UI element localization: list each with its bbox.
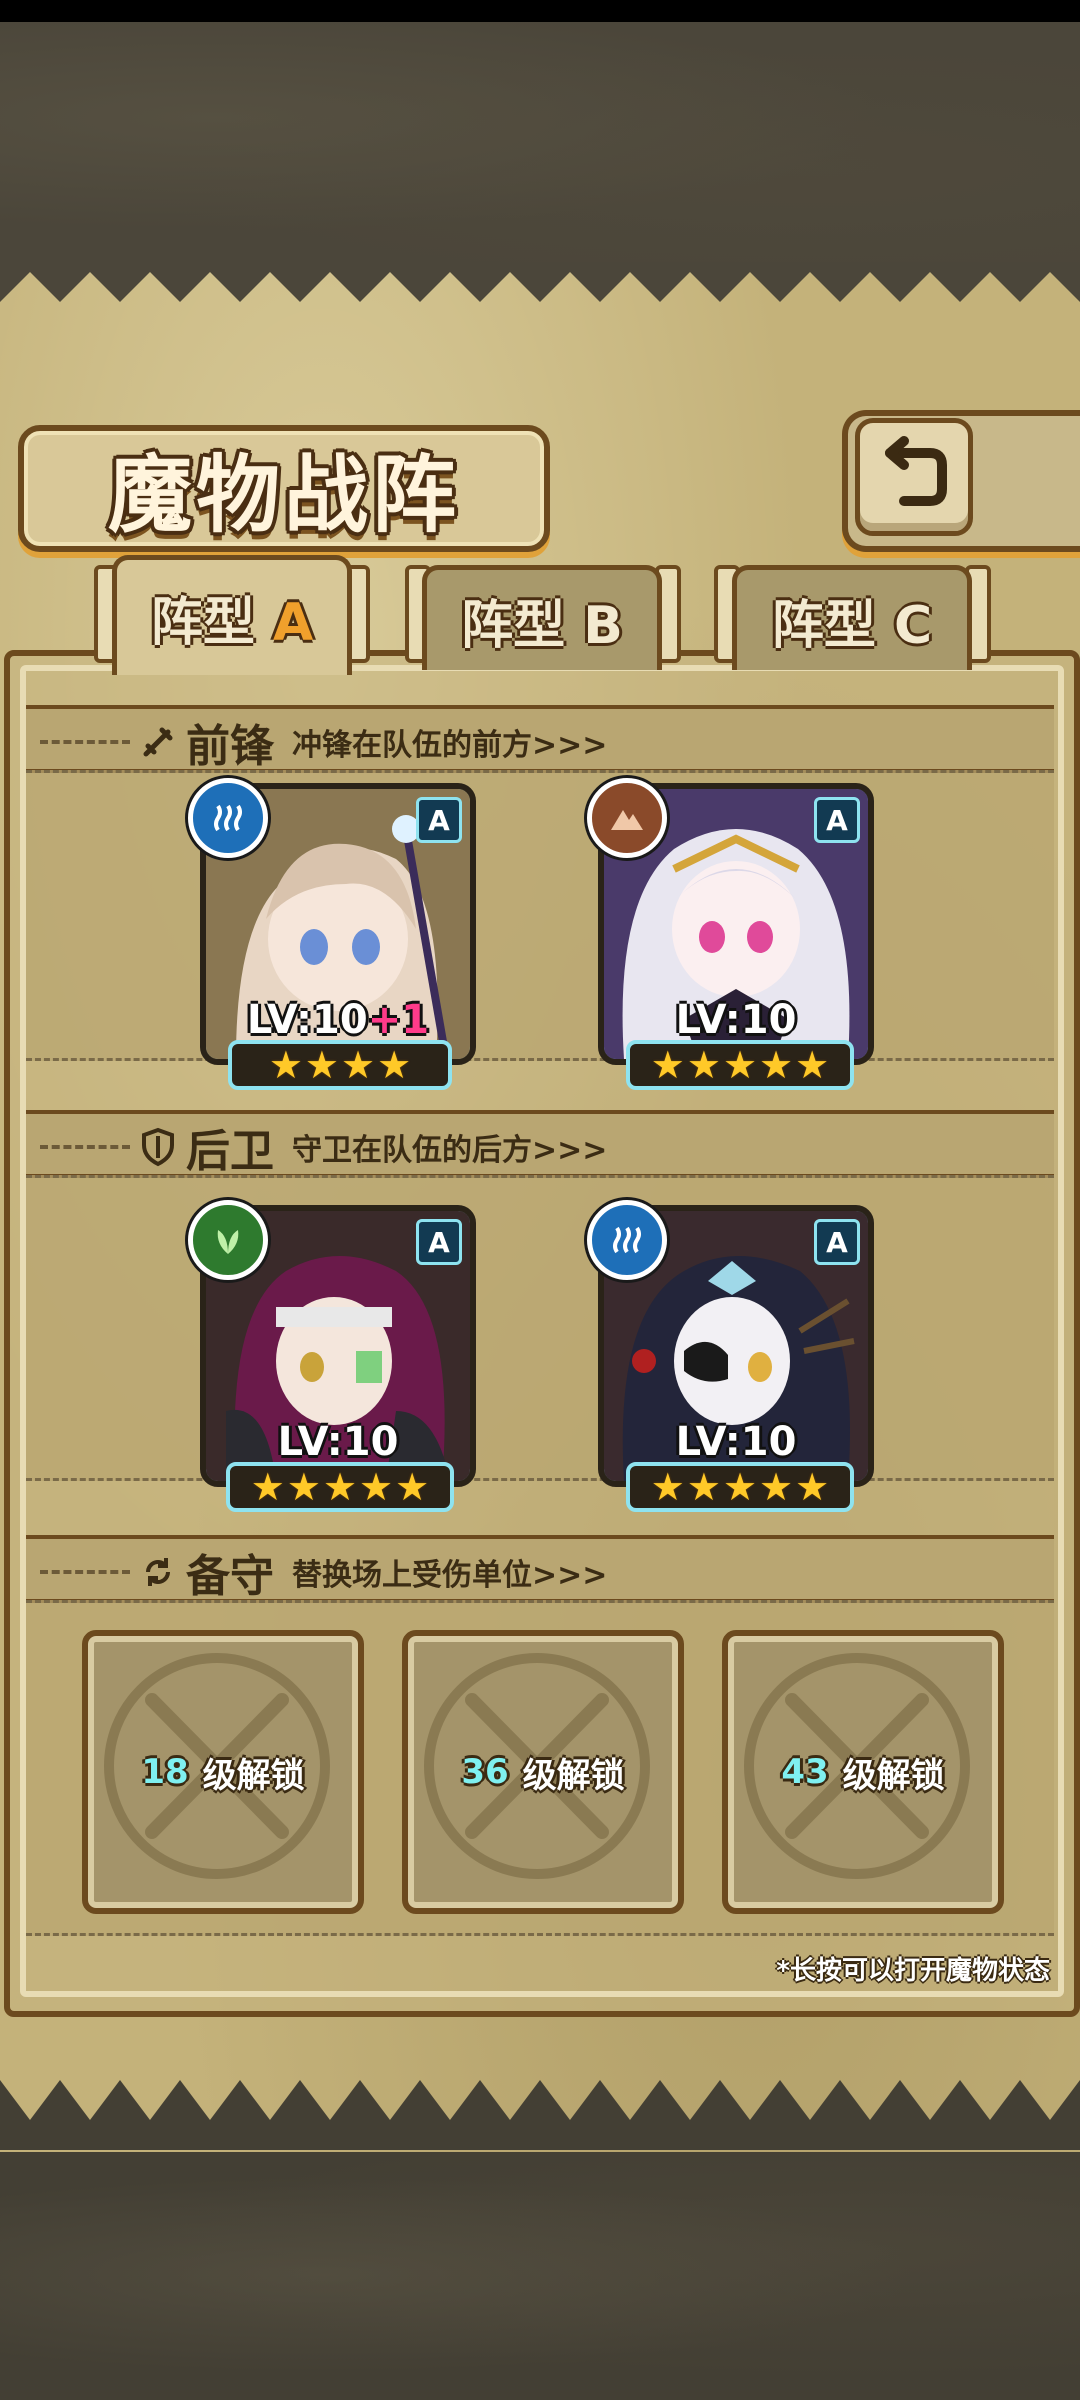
unlock-label: 18 级解锁: [88, 1636, 358, 1908]
tab-label: 阵型: [771, 595, 876, 656]
section-description: 替换场上受伤单位>>>: [292, 1558, 608, 1593]
section-title: 后卫: [186, 1126, 274, 1177]
earth-icon: [587, 778, 667, 858]
unlock-level: 43: [781, 1752, 829, 1792]
star-rating: ★ ★ ★ ★: [228, 1040, 452, 1090]
star-icon: ★: [377, 1043, 412, 1087]
reserve-slot-2[interactable]: 36 级解锁: [402, 1630, 684, 1914]
star-icon: ★: [795, 1043, 830, 1087]
star-icon: ★: [795, 1465, 830, 1509]
water-icon: [587, 1200, 667, 1280]
divider: [40, 740, 130, 744]
unlock-level: 18: [141, 1752, 189, 1792]
unit-level: LV:10: [604, 997, 868, 1043]
tab-letter: A: [272, 593, 314, 653]
tab-formation-c[interactable]: 阵型 C: [732, 565, 972, 670]
star-icon: ★: [286, 1465, 321, 1509]
shield-icon: [142, 1127, 174, 1167]
tab-formation-a[interactable]: 阵型 A: [112, 555, 352, 675]
star-icon: ★: [304, 1043, 339, 1087]
level-bonus: +1: [367, 997, 430, 1043]
tab-label: 阵型: [150, 593, 255, 653]
back-section-header: 后卫 守卫在队伍的后方>>>: [140, 1115, 607, 1179]
star-icon: ★: [759, 1043, 794, 1087]
grade-badge: A: [814, 1219, 860, 1265]
page-title: 魔物战阵: [107, 445, 460, 544]
grade-badge: A: [416, 1219, 462, 1265]
unlock-text: 级解锁: [202, 1755, 305, 1796]
star-icon: ★: [650, 1465, 685, 1509]
star-icon: ★: [359, 1465, 394, 1509]
unlock-text: 级解锁: [522, 1755, 625, 1796]
sword-icon: [143, 727, 173, 757]
level-value: LV:10: [675, 997, 797, 1043]
star-icon: ★: [650, 1043, 685, 1087]
star-icon: ★: [268, 1043, 303, 1087]
front-row-band: [26, 770, 1054, 1061]
torn-edge-bottom: [0, 2080, 1080, 2150]
level-value: LV:10: [277, 1419, 399, 1465]
back-arrow-icon: [885, 436, 947, 506]
section-description: 守卫在队伍的后方>>>: [292, 1133, 608, 1168]
title-plate: 魔物战阵: [18, 425, 550, 552]
star-rating: ★ ★ ★ ★ ★: [626, 1040, 854, 1090]
water-icon: [188, 778, 268, 858]
star-rating: ★ ★ ★ ★ ★: [626, 1462, 854, 1512]
star-rating: ★ ★ ★ ★ ★: [226, 1462, 454, 1512]
tab-letter: B: [583, 595, 623, 656]
front-section-header: 前锋 冲锋在队伍的前方>>>: [140, 710, 607, 774]
unlock-label: 43 级解锁: [728, 1636, 998, 1908]
tab-letter: C: [893, 595, 933, 656]
back-row-band: [26, 1175, 1054, 1481]
unlock-label: 36 级解锁: [408, 1636, 678, 1908]
long-press-hint: *长按可以打开魔物状态: [776, 1956, 1050, 1986]
star-icon: ★: [322, 1465, 358, 1509]
star-icon: ★: [686, 1043, 721, 1087]
section-title: 前锋: [186, 721, 274, 772]
star-icon: ★: [250, 1465, 285, 1509]
divider: [40, 1570, 130, 1574]
star-icon: ★: [686, 1465, 721, 1509]
grade-badge: A: [814, 797, 860, 843]
grade-badge: A: [416, 797, 462, 843]
divider: [40, 1145, 130, 1149]
star-icon: ★: [722, 1043, 758, 1087]
star-icon: ★: [759, 1465, 794, 1509]
torn-edge-top: [0, 262, 1080, 302]
unit-level: LV:10+1: [206, 997, 470, 1043]
reserve-section-header: 备守 替换场上受伤单位>>>: [140, 1540, 607, 1604]
level-value: LV:10: [246, 997, 368, 1043]
star-icon: ★: [341, 1043, 376, 1087]
star-icon: ★: [395, 1465, 430, 1509]
star-icon: ★: [722, 1465, 758, 1509]
map-background-bottom: [0, 2150, 1080, 2400]
unlock-text: 级解锁: [842, 1755, 945, 1796]
back-button[interactable]: [855, 418, 973, 536]
reserve-slot-1[interactable]: 18 级解锁: [82, 1630, 364, 1914]
reserve-slot-3[interactable]: 43 级解锁: [722, 1630, 1004, 1914]
leaf-icon: [188, 1200, 268, 1280]
section-title: 备守: [186, 1551, 274, 1602]
swap-icon: [146, 1558, 170, 1586]
section-description: 冲锋在队伍的前方>>>: [292, 728, 608, 763]
tab-formation-b[interactable]: 阵型 B: [422, 565, 662, 670]
unit-level: LV:10: [604, 1419, 868, 1465]
map-background-top: [0, 22, 1080, 262]
tab-label: 阵型: [461, 595, 566, 656]
level-value: LV:10: [675, 1419, 797, 1465]
status-bar: [0, 0, 1080, 22]
unit-level: LV:10: [206, 1419, 470, 1465]
unlock-level: 36: [461, 1752, 509, 1792]
